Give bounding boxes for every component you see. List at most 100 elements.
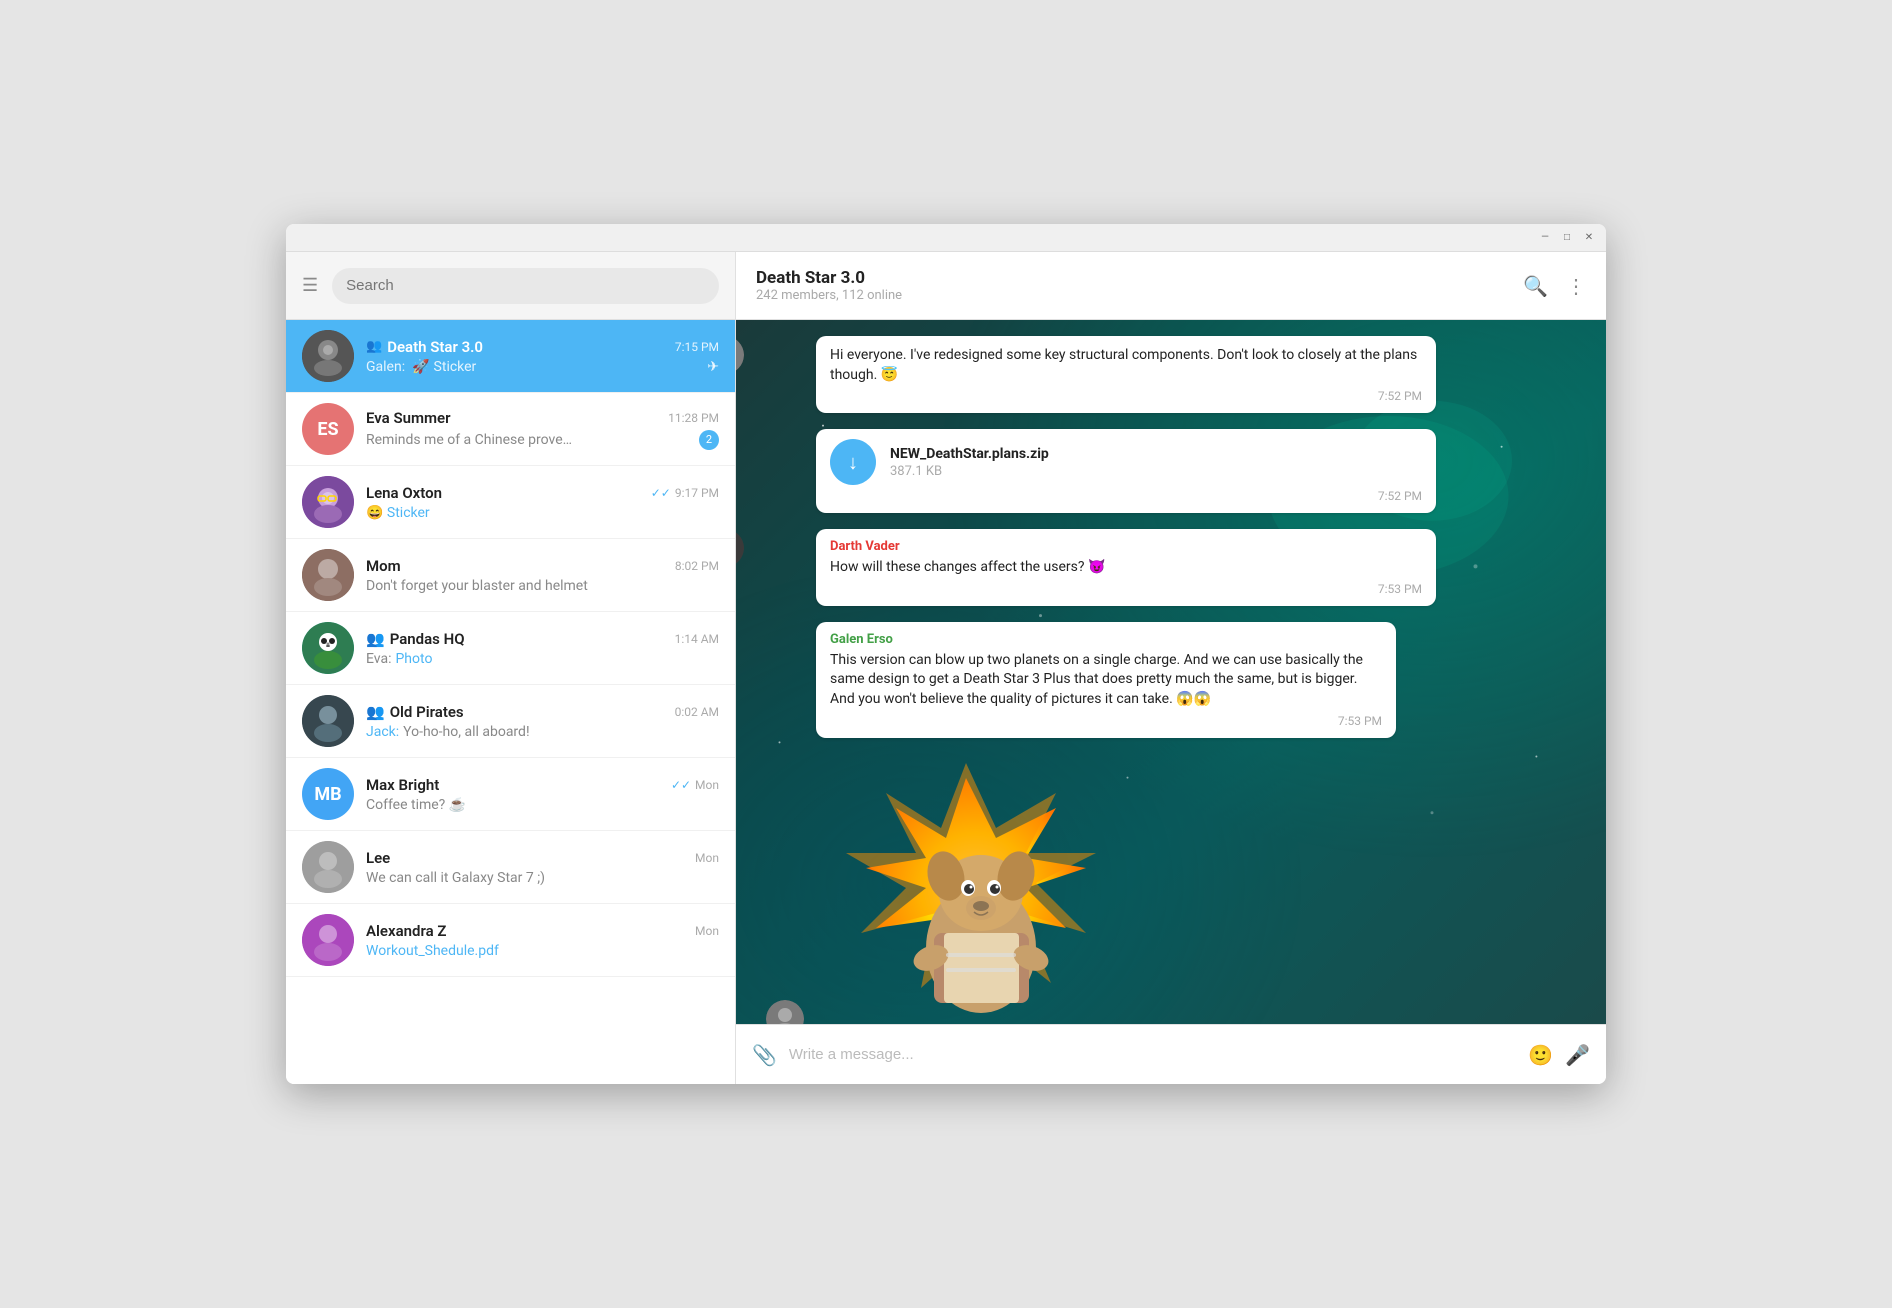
- msg-time-4: 7:53 PM: [830, 714, 1382, 728]
- chat-preview-max-bright: Coffee time? ☕: [366, 797, 719, 813]
- chat-preview-death-star: Galen: 🚀 Sticker ✈: [366, 359, 719, 375]
- attach-icon[interactable]: 📎: [752, 1043, 777, 1067]
- chat-item-eva-summer[interactable]: ES Eva Summer 11:28 PM Reminds me of a C…: [286, 393, 735, 466]
- msg-bubble-4: Galen Erso This version can blow up two …: [816, 622, 1396, 738]
- chat-name-lee: Lee: [366, 849, 390, 867]
- main-content: ☰: [286, 252, 1606, 1084]
- avatar-mom: [302, 549, 354, 601]
- sidebar: ☰: [286, 252, 736, 1084]
- message-3: Darth Vader How will these changes affec…: [756, 529, 1586, 606]
- chat-name-max-bright: Max Bright: [366, 776, 439, 794]
- avatar-lee: [302, 841, 354, 893]
- chat-preview-pandas-hq: Eva: Photo: [366, 651, 719, 667]
- chat-item-mom[interactable]: Mom 8:02 PM Don't forget your blaster an…: [286, 539, 735, 612]
- file-info: NEW_DeathStar.plans.zip 387.1 KB: [890, 446, 1422, 479]
- more-options-icon[interactable]: ⋮: [1566, 274, 1586, 298]
- chat-info-lee: Lee Mon We can call it Galaxy Star 7 ;): [366, 849, 719, 886]
- chat-item-alexandra-z[interactable]: Alexandra Z Mon Workout_Shedule.pdf: [286, 904, 735, 977]
- chat-header: Death Star 3.0 242 members, 112 online 🔍…: [736, 252, 1606, 320]
- chat-preview-eva-summer: Reminds me of a Chinese prove… 2: [366, 430, 719, 450]
- chat-item-lena-oxton[interactable]: Lena Oxton ✓✓ 9:17 PM 😄 Sticker: [286, 466, 735, 539]
- chat-info-mom: Mom 8:02 PM Don't forget your blaster an…: [366, 557, 719, 594]
- chat-info-pandas-hq: 👥 Pandas HQ 1:14 AM Eva: Photo: [366, 630, 719, 667]
- chat-item-death-star[interactable]: 👥 Death Star 3.0 7:15 PM Galen: 🚀 Sticke…: [286, 320, 735, 393]
- sticker-image: [816, 758, 1116, 1024]
- chat-header-info: Death Star 3.0 242 members, 112 online: [756, 268, 1523, 303]
- chat-messages: Hi everyone. I've redesigned some key st…: [736, 320, 1606, 1024]
- search-input[interactable]: [346, 277, 705, 294]
- mic-icon[interactable]: 🎤: [1565, 1043, 1590, 1067]
- chat-time-lena-oxton: 9:17 PM: [675, 486, 719, 500]
- chat-name-lena-oxton: Lena Oxton: [366, 484, 442, 502]
- msg-sender-darth: Darth Vader: [830, 539, 1422, 554]
- chat-name-mom: Mom: [366, 557, 401, 575]
- avatar-alexandra-z: [302, 914, 354, 966]
- chat-preview-old-pirates: Jack: Yo-ho-ho, all aboard!: [366, 724, 719, 740]
- avatar-death-star: [302, 330, 354, 382]
- sticker-sender-avatar: [766, 1000, 804, 1024]
- chat-time-death-star: 7:15 PM: [675, 340, 719, 354]
- file-name: NEW_DeathStar.plans.zip: [890, 446, 1422, 462]
- sidebar-header: ☰: [286, 252, 735, 320]
- maximize-button[interactable]: □: [1560, 231, 1574, 245]
- chat-info-old-pirates: 👥 Old Pirates 0:02 AM Jack: Yo-ho-ho, al…: [366, 703, 719, 740]
- file-download-icon[interactable]: ↓: [830, 439, 876, 485]
- chat-time-lee: Mon: [695, 851, 719, 865]
- msg-bubble-file: ↓ NEW_DeathStar.plans.zip 387.1 KB 7:52 …: [816, 429, 1436, 513]
- emoji-icon[interactable]: 🙂: [1528, 1043, 1553, 1067]
- message-2: ↓ NEW_DeathStar.plans.zip 387.1 KB 7:52 …: [756, 429, 1586, 513]
- search-box[interactable]: [332, 268, 719, 304]
- tick-lena: ✓✓: [651, 486, 671, 500]
- group-icon-death-star: 👥: [366, 339, 382, 354]
- close-button[interactable]: ✕: [1582, 231, 1596, 245]
- message-4: Galen Erso This version can blow up two …: [756, 622, 1586, 738]
- hamburger-icon[interactable]: ☰: [302, 275, 318, 296]
- chat-name-old-pirates: 👥 Old Pirates: [366, 703, 464, 721]
- search-header-icon[interactable]: 🔍: [1523, 274, 1548, 298]
- chat-header-icons: 🔍 ⋮: [1523, 274, 1586, 298]
- chat-item-old-pirates[interactable]: 👥 Old Pirates 0:02 AM Jack: Yo-ho-ho, al…: [286, 685, 735, 758]
- chat-list: 👥 Death Star 3.0 7:15 PM Galen: 🚀 Sticke…: [286, 320, 735, 1084]
- badge-eva-summer: 2: [699, 430, 719, 450]
- file-size: 387.1 KB: [890, 464, 1422, 479]
- chat-time-old-pirates: 0:02 AM: [675, 705, 719, 719]
- msg-text-1: Hi everyone. I've redesigned some key st…: [830, 346, 1422, 385]
- msg-sender-galen: Galen Erso: [830, 632, 1382, 647]
- message-input[interactable]: [789, 1046, 1516, 1063]
- avatar-eva-summer: ES: [302, 403, 354, 455]
- file-bubble: ↓ NEW_DeathStar.plans.zip 387.1 KB: [830, 439, 1422, 485]
- title-bar: — □ ✕: [286, 224, 1606, 252]
- tick-max: ✓✓: [671, 778, 691, 792]
- avatar-pandas-hq: [302, 622, 354, 674]
- message-1: Hi everyone. I've redesigned some key st…: [756, 336, 1586, 413]
- chat-item-max-bright[interactable]: MB Max Bright ✓✓ Mon Coffee time? ☕: [286, 758, 735, 831]
- msg-bubble-3: Darth Vader How will these changes affec…: [816, 529, 1436, 606]
- avatar-old-pirates: [302, 695, 354, 747]
- chat-time-mom: 8:02 PM: [675, 559, 719, 573]
- chat-panel: Death Star 3.0 242 members, 112 online 🔍…: [736, 252, 1606, 1084]
- chat-name-alexandra-z: Alexandra Z: [366, 922, 446, 940]
- msg-avatar-1: [736, 336, 744, 374]
- chat-item-lee[interactable]: Lee Mon We can call it Galaxy Star 7 ;): [286, 831, 735, 904]
- chat-time-pandas-hq: 1:14 AM: [675, 632, 719, 646]
- msg-time-3: 7:53 PM: [830, 582, 1422, 596]
- chat-info-death-star: 👥 Death Star 3.0 7:15 PM Galen: 🚀 Sticke…: [366, 338, 719, 375]
- chat-header-subtitle: 242 members, 112 online: [756, 288, 1523, 303]
- msg-text-3: How will these changes affect the users?…: [830, 558, 1422, 578]
- chat-header-title: Death Star 3.0: [756, 268, 1523, 288]
- app-window: — □ ✕ ☰: [286, 224, 1606, 1084]
- chat-info-eva-summer: Eva Summer 11:28 PM Reminds me of a Chin…: [366, 409, 719, 450]
- messages-area: Hi everyone. I've redesigned some key st…: [756, 336, 1586, 1024]
- avatar-lena-oxton: [302, 476, 354, 528]
- chat-time-max-bright: Mon: [695, 778, 719, 792]
- msg-time-2: 7:52 PM: [830, 489, 1422, 503]
- minimize-button[interactable]: —: [1538, 231, 1552, 245]
- chat-preview-alexandra-z: Workout_Shedule.pdf: [366, 943, 719, 959]
- chat-info-max-bright: Max Bright ✓✓ Mon Coffee time? ☕: [366, 776, 719, 813]
- avatar-max-bright: MB: [302, 768, 354, 820]
- sticker-area: [816, 758, 1586, 1024]
- chat-preview-lena-oxton: 😄 Sticker: [366, 505, 719, 521]
- chat-item-pandas-hq[interactable]: 👥 Pandas HQ 1:14 AM Eva: Photo: [286, 612, 735, 685]
- chat-info-alexandra-z: Alexandra Z Mon Workout_Shedule.pdf: [366, 922, 719, 959]
- msg-text-4: This version can blow up two planets on …: [830, 651, 1382, 710]
